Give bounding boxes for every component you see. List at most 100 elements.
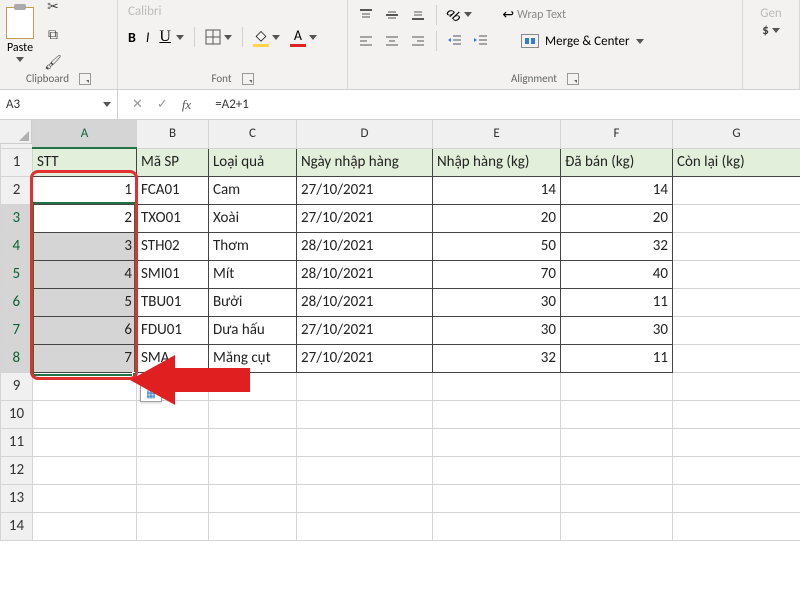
cell[interactable] — [33, 456, 137, 484]
cell[interactable] — [209, 456, 297, 484]
cell[interactable]: SMA — [137, 344, 209, 372]
merge-center-button[interactable]: Merge & Center — [515, 32, 650, 51]
cell[interactable] — [673, 288, 800, 316]
cell[interactable]: 27/10/2021 — [297, 344, 433, 372]
confirm-button[interactable]: ✓ — [157, 97, 168, 112]
font-launcher[interactable] — [242, 73, 254, 85]
cell[interactable] — [33, 484, 137, 512]
cell[interactable]: 27/10/2021 — [297, 204, 433, 232]
row-header[interactable]: 14 — [1, 512, 33, 540]
col-header-f[interactable]: F — [561, 120, 673, 148]
row-header[interactable]: 5 — [1, 260, 33, 288]
cell[interactable]: TBU01 — [137, 288, 209, 316]
align-bottom-button[interactable] — [406, 5, 430, 25]
align-left-button[interactable] — [354, 31, 378, 51]
cell[interactable]: 28/10/2021 — [297, 288, 433, 316]
row-header[interactable]: 13 — [1, 484, 33, 512]
align-middle-button[interactable] — [380, 5, 404, 25]
cell[interactable] — [561, 456, 673, 484]
row-header[interactable]: 8 — [1, 344, 33, 372]
cell[interactable] — [673, 316, 800, 344]
cell[interactable] — [673, 372, 800, 400]
cell[interactable]: Còn lại (kg) — [673, 148, 800, 176]
align-right-button[interactable] — [406, 31, 430, 51]
cell[interactable]: 32 — [561, 232, 673, 260]
fx-button[interactable]: fx — [182, 97, 191, 113]
cell[interactable]: 5 — [33, 288, 137, 316]
cell[interactable] — [673, 456, 800, 484]
cell[interactable]: 30 — [433, 288, 561, 316]
cell[interactable]: Cam — [209, 176, 297, 204]
paste-button[interactable]: Paste — [6, 7, 34, 62]
col-header-c[interactable]: C — [209, 120, 297, 148]
row-header[interactable]: 3 — [1, 204, 33, 232]
cell[interactable]: Nhập hàng (kg) — [433, 148, 561, 176]
formula-input[interactable]: =A2+1 — [205, 97, 800, 112]
cell[interactable] — [673, 176, 800, 204]
cell[interactable] — [297, 372, 433, 400]
align-center-button[interactable] — [380, 31, 404, 51]
row-header[interactable]: 6 — [1, 288, 33, 316]
cell[interactable] — [673, 204, 800, 232]
cell[interactable] — [33, 372, 137, 400]
col-header-g[interactable]: G — [673, 120, 800, 148]
col-header-d[interactable]: D — [297, 120, 433, 148]
cell[interactable] — [433, 372, 561, 400]
cell[interactable]: 6 — [33, 316, 137, 344]
cell[interactable] — [297, 400, 433, 428]
cell[interactable]: FDU01 — [137, 316, 209, 344]
select-all-corner[interactable] — [0, 120, 32, 144]
copy-button[interactable]: ⧉ — [40, 23, 66, 45]
cell[interactable] — [209, 372, 297, 400]
underline-button[interactable]: U — [155, 26, 188, 48]
borders-button[interactable] — [201, 27, 236, 47]
cell[interactable]: 28/10/2021 — [297, 232, 433, 260]
col-header-b[interactable]: B — [137, 120, 209, 148]
row-header[interactable]: 9 — [1, 372, 33, 400]
cell[interactable]: Xoài — [209, 204, 297, 232]
cell[interactable]: 1 — [33, 176, 137, 204]
cell[interactable]: 28/10/2021 — [297, 260, 433, 288]
col-header-e[interactable]: E — [433, 120, 561, 148]
cell[interactable]: 27/10/2021 — [297, 176, 433, 204]
cell[interactable]: 50 — [433, 232, 561, 260]
cell[interactable] — [673, 484, 800, 512]
align-top-button[interactable] — [354, 5, 378, 25]
cell[interactable]: 40 — [561, 260, 673, 288]
cell[interactable]: Mít — [209, 260, 297, 288]
cell[interactable]: SMI01 — [137, 260, 209, 288]
cell[interactable] — [209, 484, 297, 512]
cell[interactable] — [297, 484, 433, 512]
row-header[interactable]: 12 — [1, 456, 33, 484]
cell[interactable]: 14 — [433, 176, 561, 204]
cell[interactable] — [673, 512, 800, 540]
accounting-format-button[interactable]: $ — [758, 21, 784, 40]
cell[interactable] — [561, 400, 673, 428]
cell[interactable]: TXO01 — [137, 204, 209, 232]
cell[interactable] — [673, 232, 800, 260]
clipboard-launcher[interactable] — [79, 73, 91, 85]
cell[interactable]: Loại quả — [209, 148, 297, 176]
cell[interactable] — [433, 484, 561, 512]
cell[interactable] — [137, 512, 209, 540]
cell[interactable]: 11 — [561, 344, 673, 372]
row-header[interactable]: 7 — [1, 316, 33, 344]
row-header[interactable]: 10 — [1, 400, 33, 428]
row-header[interactable]: 2 — [1, 176, 33, 204]
cell[interactable]: Bưởi — [209, 288, 297, 316]
cell[interactable] — [209, 400, 297, 428]
cancel-button[interactable]: ✕ — [132, 97, 143, 112]
cell[interactable]: 20 — [561, 204, 673, 232]
cell[interactable] — [137, 484, 209, 512]
cell[interactable] — [33, 428, 137, 456]
cell[interactable]: 11 — [561, 288, 673, 316]
cell[interactable] — [433, 428, 561, 456]
cell[interactable]: 4 — [33, 260, 137, 288]
cell[interactable] — [33, 512, 137, 540]
cell[interactable] — [561, 484, 673, 512]
cell[interactable] — [673, 400, 800, 428]
cell[interactable]: 3 — [33, 232, 137, 260]
cell[interactable]: STH02 — [137, 232, 209, 260]
cell[interactable] — [209, 512, 297, 540]
cell[interactable] — [137, 428, 209, 456]
